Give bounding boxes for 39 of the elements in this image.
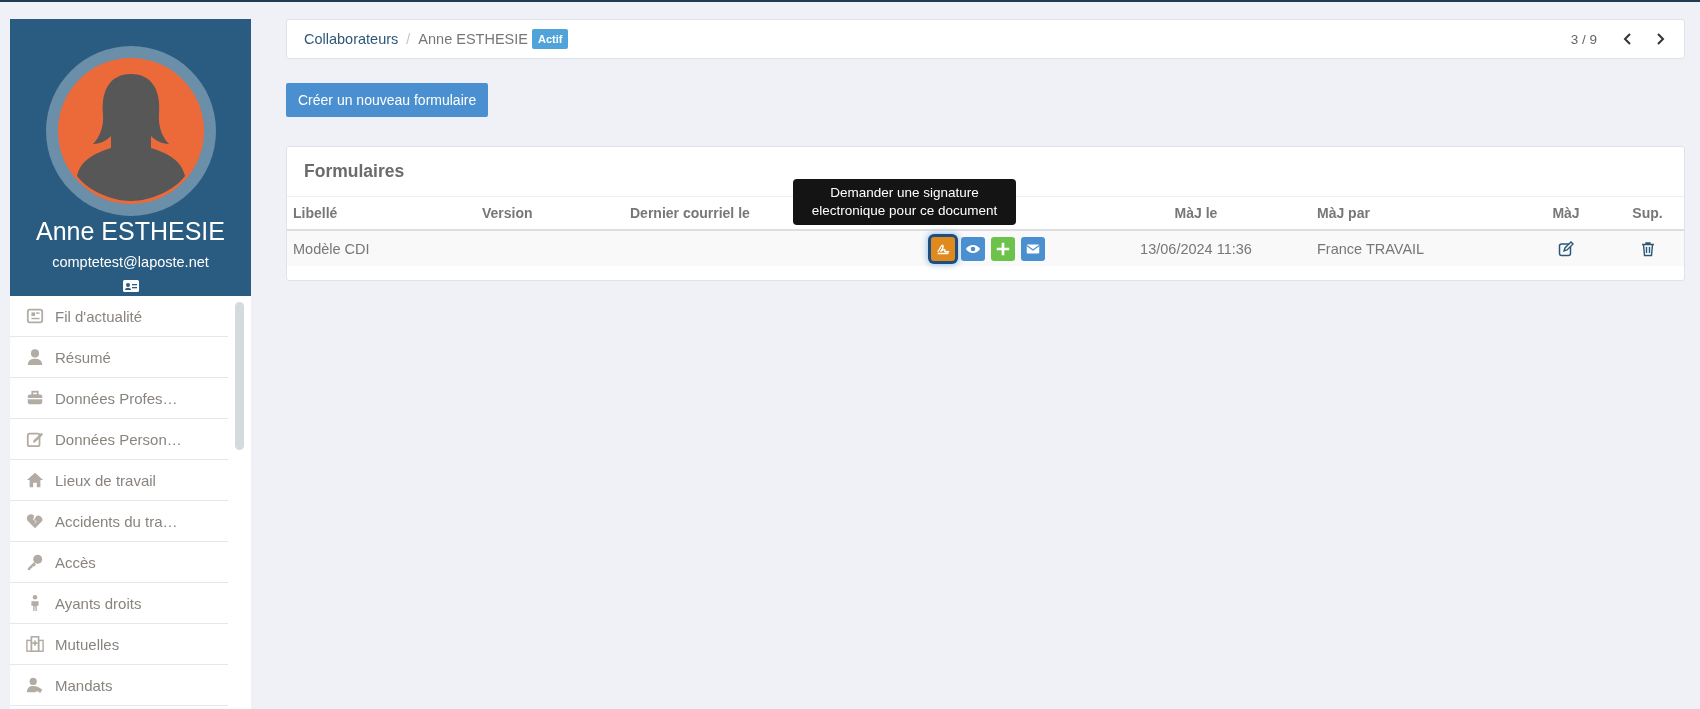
sidebar-item-icon <box>26 307 44 325</box>
tooltip: Demander une signature electronique pour ce document <box>793 179 1016 226</box>
sidebar-item[interactable]: Lieux de travail <box>10 460 228 501</box>
table-cell: 13/06/2024 11:36 <box>1081 231 1311 266</box>
sidebar-item-icon <box>26 430 44 448</box>
sidebar-item[interactable]: Mutuelles <box>10 624 228 665</box>
table-cell: Modèle CDI <box>287 231 476 266</box>
breadcrumb-link[interactable]: Collaborateurs <box>304 31 399 47</box>
sidebar-item[interactable]: Données Profes… <box>10 378 228 419</box>
sidebar-item[interactable]: Accidents du tra… <box>10 501 228 542</box>
view-button[interactable] <box>961 236 985 261</box>
create-form-button[interactable]: Créer un nouveau formulaire <box>286 83 489 117</box>
sidebar-item[interactable]: Fil d'actualité <box>10 296 228 337</box>
mail-button[interactable] <box>1021 236 1045 261</box>
sidebar-item-icon <box>26 389 44 407</box>
sidebar-item[interactable]: Données Person… <box>10 419 228 460</box>
id-card-icon[interactable] <box>122 280 139 292</box>
breadcrumb-separator: / <box>406 31 411 47</box>
sidebar-item-icon <box>26 471 44 489</box>
pager-count: 3 / 9 <box>1570 31 1597 47</box>
sidebar-item-icon <box>26 676 44 694</box>
plus-icon <box>995 240 1011 257</box>
table-cell: France TRAVAIL <box>1311 231 1521 266</box>
sidebar-item[interactable]: Ayants droits <box>10 583 228 624</box>
sidebar-item-icon <box>26 512 44 530</box>
sidebar-item-icon <box>26 348 44 366</box>
sidebar-item[interactable]: Résumé <box>10 337 228 378</box>
status-badge: Actif <box>531 29 569 49</box>
breadcrumb-current: Anne ESTHESIE <box>418 31 528 47</box>
signature-button[interactable] <box>931 236 955 261</box>
sidebar-item[interactable]: Accès <box>10 542 228 583</box>
sidebar-item-icon <box>26 635 44 653</box>
edit-icon[interactable] <box>1558 240 1574 257</box>
scrollbar-thumb[interactable] <box>235 302 244 450</box>
sidebar-item[interactable]: Mandats <box>10 665 228 706</box>
profile-name: Anne ESTHESIE <box>36 217 225 246</box>
profile-email: comptetest@laposte.net <box>52 254 209 270</box>
sidebar-item-icon <box>26 553 44 571</box>
trash-icon[interactable] <box>1639 240 1656 257</box>
